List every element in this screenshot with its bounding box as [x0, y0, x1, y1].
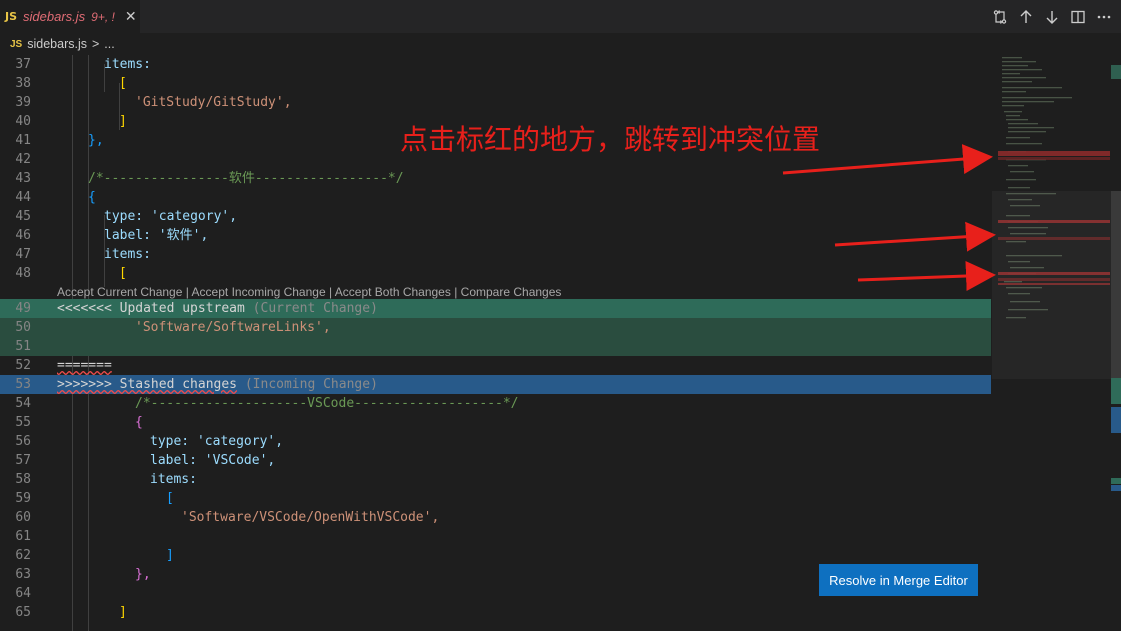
tab-sidebars-js[interactable]: JS sidebars.js 9+, ! ✕ [0, 0, 140, 33]
code-line: 58 items: [15, 472, 197, 487]
editor-toolbar [989, 0, 1121, 33]
code-line: 38[ [15, 76, 127, 91]
resolve-in-merge-editor-button[interactable]: Resolve in Merge Editor [819, 564, 978, 596]
close-icon[interactable]: ✕ [125, 8, 137, 25]
codelens-separator: | [454, 285, 458, 299]
scrollbar[interactable] [1111, 55, 1121, 631]
arrow-down-icon[interactable] [1041, 6, 1063, 28]
chevron-right-icon: > [91, 37, 100, 51]
code-line: 37 items: [15, 57, 151, 72]
accept-current-change-link[interactable]: Accept Current Change [57, 285, 182, 299]
code-line: 62] [15, 548, 174, 563]
code-line: 45 type: 'category', [15, 209, 238, 224]
arrow-up-icon[interactable] [1015, 6, 1037, 28]
accept-incoming-change-link[interactable]: Accept Incoming Change [192, 285, 326, 299]
code-line: 54/*--------------------VSCode----------… [15, 396, 519, 411]
code-line: 46 label: '软件', [15, 228, 209, 243]
code-line: 47 items: [15, 247, 151, 262]
tab-bar: JS sidebars.js 9+, ! ✕ [0, 0, 1121, 33]
compare-changes-link[interactable]: Compare Changes [461, 285, 562, 299]
code-line: 65] [15, 605, 127, 620]
code-line: 48[ [15, 266, 127, 281]
breadcrumb-symbols[interactable]: ... [104, 37, 114, 51]
compare-changes-icon[interactable] [989, 6, 1011, 28]
codelens-separator: | [185, 285, 189, 299]
code-line: 59[ [15, 491, 174, 506]
code-line: 39 'GitStudy/GitStudy', [15, 95, 292, 110]
current-change-header: 49 <<<<<<< Updated upstream (Current Chan… [0, 299, 991, 318]
code-line: 44{ [15, 190, 96, 205]
code-line: 51 [0, 337, 991, 356]
javascript-file-icon: JS [10, 38, 23, 50]
accept-both-changes-link[interactable]: Accept Both Changes [335, 285, 451, 299]
more-icon[interactable] [1093, 6, 1115, 28]
split-editor-icon[interactable] [1067, 6, 1089, 28]
code-line: 60 'Software/VSCode/OpenWithVSCode', [15, 510, 440, 525]
annotation-text: 点击标红的地方，跳转到冲突位置 [400, 123, 821, 156]
code-line: 50 'Software/SoftwareLinks', [0, 318, 991, 337]
tab-label: sidebars.js [23, 9, 86, 24]
code-line: 57 label: 'VSCode', [15, 453, 276, 468]
minimap[interactable] [992, 55, 1112, 631]
breadcrumb: JS sidebars.js > ... [0, 33, 1121, 55]
code-line: 52 ======= [15, 358, 112, 373]
code-line: 56 type: 'category', [15, 434, 284, 449]
code-line: 43/*----------------软件-----------------*… [15, 171, 404, 186]
codelens-separator: | [328, 285, 333, 299]
code-line: 61 [15, 529, 31, 544]
code-line: 55{ [15, 415, 143, 430]
tab-problem-count: 9+, ! [91, 9, 115, 24]
incoming-change-header: 53 >>>>>>> Stashed changes (Incoming Chan… [0, 375, 991, 394]
breadcrumb-file[interactable]: sidebars.js [27, 37, 87, 51]
javascript-file-icon: JS [5, 10, 18, 23]
